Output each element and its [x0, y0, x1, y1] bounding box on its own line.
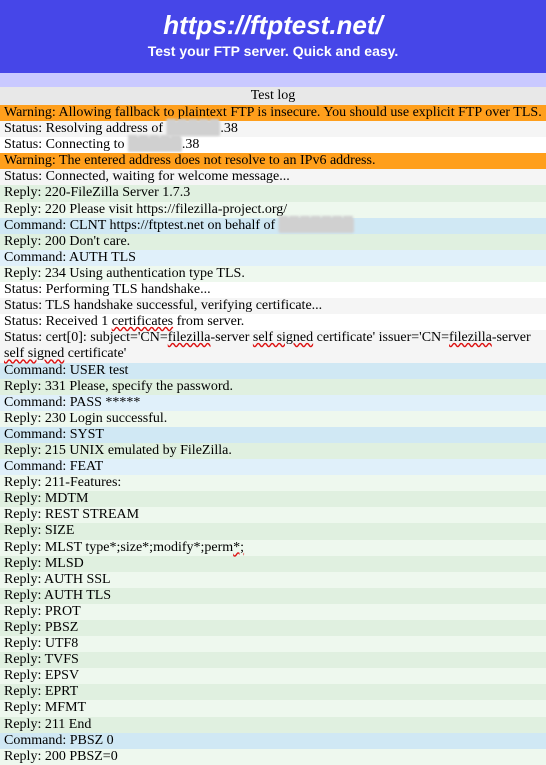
log-row-reply: Reply: 331 Please, specify the password. — [0, 379, 546, 395]
log-text: Status: cert[0]: subject='CN= — [4, 330, 168, 345]
log-text: certificate' — [64, 346, 126, 361]
log-row-status: Status: TLS handshake successful, verify… — [0, 298, 546, 314]
spellcheck-text: self signed — [253, 330, 313, 345]
spellcheck-text: *; — [233, 540, 244, 555]
redacted-text: ▉▉▉▉▉▉▉ — [279, 218, 354, 233]
log-row-reply: Reply: EPSV — [0, 668, 546, 684]
log-row-reply: Reply: PBSZ — [0, 620, 546, 636]
log-row-reply: Reply: 200 Don't care. — [0, 234, 546, 250]
log-row-reply: Reply: MLSD — [0, 556, 546, 572]
log-row-reply: Reply: UTF8 — [0, 636, 546, 652]
redacted-text: ▉▉▉▉▉ — [167, 121, 221, 136]
log-row-status: Status: Connecting to ▉▉▉▉▉.38 — [0, 137, 546, 153]
log-text: Reply: MLST type*;size*;modify*;perm — [4, 540, 233, 555]
log-header: Test log — [0, 87, 546, 105]
log-row-reply: Reply: PROT — [0, 604, 546, 620]
log-text: Command: CLNT https://ftptest.net on beh… — [4, 218, 279, 233]
log-text: Status: Received 1 — [4, 314, 112, 329]
log-row-reply: Reply: TVFS — [0, 652, 546, 668]
page-header: https://ftptest.net/ Test your FTP serve… — [0, 0, 546, 73]
log-row-reply: Reply: 211 End — [0, 717, 546, 733]
spellcheck-text: filezilla — [449, 330, 492, 345]
page-title[interactable]: https://ftptest.net/ — [0, 10, 546, 41]
log-row-status: Status: Received 1 certificates from ser… — [0, 314, 546, 330]
log-row-reply: Reply: 220 Please visit https://filezill… — [0, 202, 546, 218]
log-text: Status: Resolving address of — [4, 121, 167, 136]
log-text: certificate' issuer='CN= — [313, 330, 449, 345]
log-row-command: Command: SYST — [0, 427, 546, 443]
log-row-status: Status: Resolving address of ▉▉▉▉▉.38 — [0, 121, 546, 137]
log-row-reply: Reply: 220-FileZilla Server 1.7.3 — [0, 185, 546, 201]
log-row-reply: Reply: 230 Login successful. — [0, 411, 546, 427]
log-text: -server — [211, 330, 253, 345]
log-row-command: Command: CLNT https://ftptest.net on beh… — [0, 218, 546, 234]
log-text: Status: Connecting to — [4, 137, 128, 152]
log-row-command: Command: PASS ***** — [0, 395, 546, 411]
log-row-reply: Reply: AUTH TLS — [0, 588, 546, 604]
log-row-reply: Reply: AUTH SSL — [0, 572, 546, 588]
log-row-reply: Reply: MFMT — [0, 700, 546, 716]
log-body: Warning: Allowing fallback to plaintext … — [0, 105, 546, 765]
redacted-text: ▉▉▉▉▉ — [128, 137, 182, 152]
log-text: .38 — [220, 121, 238, 136]
log-row-reply: Reply: MDTM — [0, 491, 546, 507]
spellcheck-text: certificates — [112, 314, 173, 329]
log-row-reply: Reply: 200 PBSZ=0 — [0, 749, 546, 765]
log-row-command: Command: USER test — [0, 363, 546, 379]
spellcheck-text: self signed — [4, 346, 64, 361]
log-row-warning: Warning: The entered address does not re… — [0, 153, 546, 169]
log-row-status: Status: cert[0]: subject='CN=filezilla-s… — [0, 330, 546, 362]
log-row-reply: Reply: 234 Using authentication type TLS… — [0, 266, 546, 282]
page-subtitle: Test your FTP server. Quick and easy. — [0, 43, 546, 59]
log-row-warning: Warning: Allowing fallback to plaintext … — [0, 105, 546, 121]
log-row-command: Command: AUTH TLS — [0, 250, 546, 266]
log-text: -server — [492, 330, 531, 345]
log-row-command: Command: PBSZ 0 — [0, 733, 546, 749]
log-row-reply: Reply: 215 UNIX emulated by FileZilla. — [0, 443, 546, 459]
spellcheck-text: filezilla — [168, 330, 211, 345]
log-row-reply: Reply: 211-Features: — [0, 475, 546, 491]
log-row-reply: Reply: REST STREAM — [0, 507, 546, 523]
log-row-status: Status: Connected, waiting for welcome m… — [0, 169, 546, 185]
log-text: .38 — [182, 137, 200, 152]
log-row-status: Status: Performing TLS handshake... — [0, 282, 546, 298]
log-row-command: Command: FEAT — [0, 459, 546, 475]
spacer — [0, 73, 546, 87]
log-row-reply: Reply: SIZE — [0, 523, 546, 539]
log-row-reply: Reply: EPRT — [0, 684, 546, 700]
log-row-reply: Reply: MLST type*;size*;modify*;perm*; — [0, 540, 546, 556]
log-text: from server. — [173, 314, 244, 329]
